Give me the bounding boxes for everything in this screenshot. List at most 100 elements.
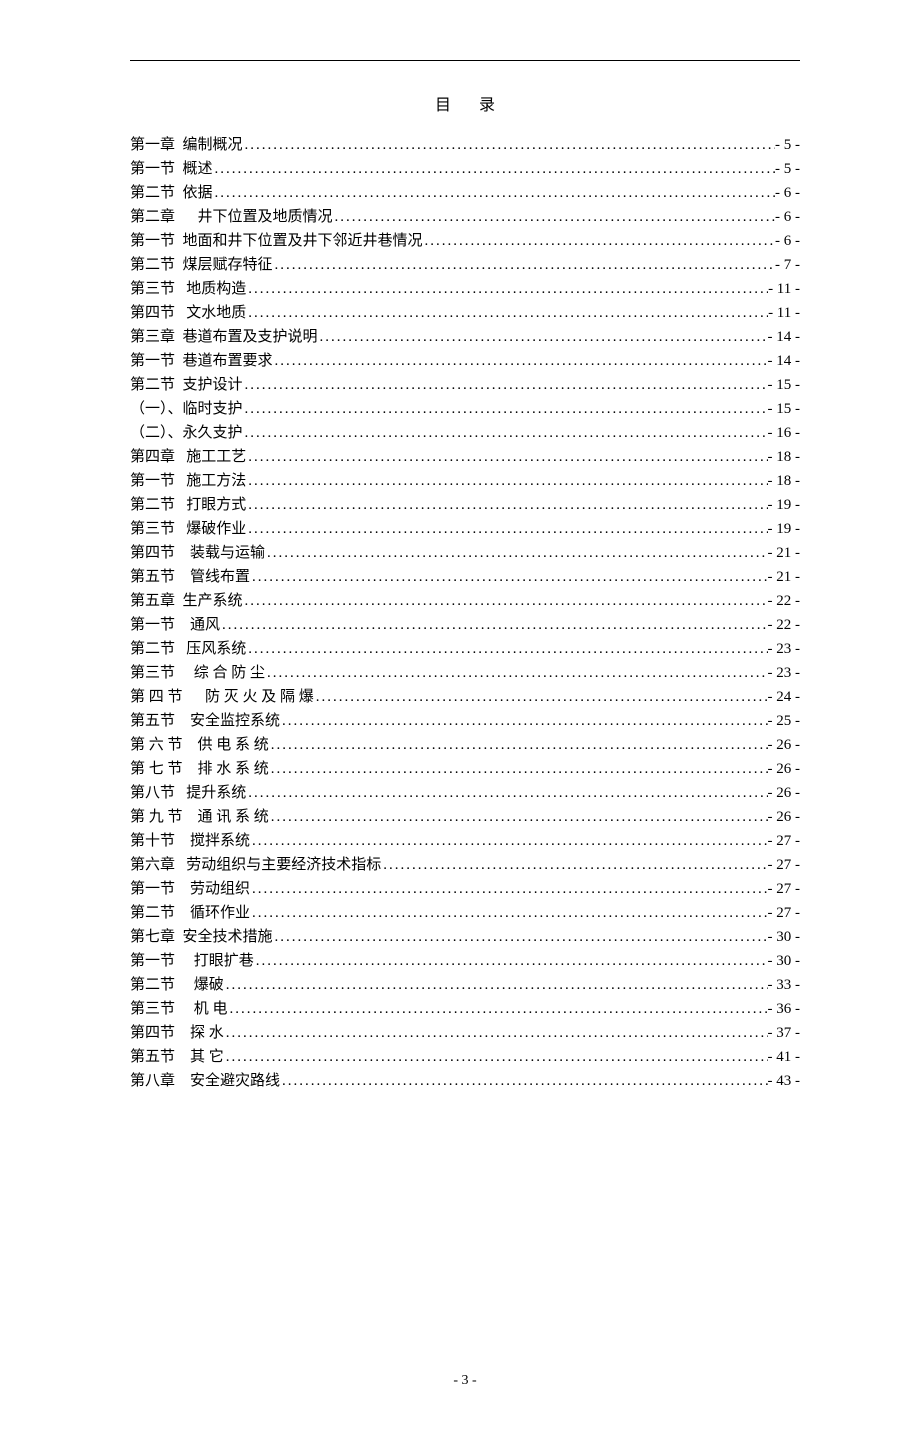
toc-entry-gap [175, 205, 198, 229]
toc-entry-part: 第六章 [130, 853, 175, 877]
toc-dot-leader: ........................................… [246, 445, 767, 469]
toc-entry-gap [175, 613, 190, 637]
toc-entry-gap [175, 589, 183, 613]
toc-entry: 第一节 劳动组织 ...............................… [130, 877, 800, 901]
toc-entry-gap [175, 493, 186, 517]
toc-entry-page: - 19 - [768, 517, 801, 541]
toc-entry: 第三节 地质构造 ...............................… [130, 277, 800, 301]
toc-dot-leader: ........................................… [246, 469, 767, 493]
toc-entry-part: 第一节 [130, 613, 175, 637]
toc-entry-text: 施工方法 [186, 469, 246, 493]
toc-entry-page: - 21 - [768, 541, 801, 565]
toc-entry: 第二节 打眼方式 ...............................… [130, 493, 800, 517]
toc-entry-part: 第一节 [130, 949, 175, 973]
toc-dot-leader: ........................................… [243, 133, 775, 157]
toc-entry-page: - 27 - [768, 829, 801, 853]
toc-entry-gap [175, 925, 183, 949]
toc-dot-leader: ........................................… [269, 805, 768, 829]
toc-entry-text: 永久支护 [183, 421, 243, 445]
toc-entry-text: 煤层赋存特征 [183, 253, 273, 277]
toc-entry-part: 第五节 [130, 565, 175, 589]
toc-entry: 第 四 节 防 灭 火 及 隔 爆 ......................… [130, 685, 800, 709]
toc-dot-leader: ........................................… [246, 301, 768, 325]
toc-entry-gap [175, 277, 186, 301]
toc-entry-part: 第一节 [130, 469, 175, 493]
toc-dot-leader: ........................................… [224, 1045, 768, 1069]
toc-entry: 第五节 安全监控系统 .............................… [130, 709, 800, 733]
toc-entry-page: - 7 - [775, 253, 800, 277]
toc-dot-leader: ........................................… [273, 253, 775, 277]
toc-entry-part: 第二节 [130, 637, 175, 661]
toc-entry-text: 依据 [183, 181, 213, 205]
toc-entry-gap [175, 349, 183, 373]
toc-entry-page: - 11 - [768, 277, 800, 301]
toc-dot-leader: ........................................… [318, 325, 768, 349]
toc-entry-text: 爆破作业 [186, 517, 246, 541]
toc-dot-leader: ........................................… [213, 181, 775, 205]
toc-entry-text: 探 水 [190, 1021, 224, 1045]
toc-entry-gap [175, 325, 183, 349]
toc-entry-page: - 26 - [768, 733, 801, 757]
page-number: - 3 - [130, 1373, 800, 1389]
toc-entry-part: 第三节 [130, 661, 175, 685]
toc-entry-page: - 36 - [768, 997, 801, 1021]
toc-entry-page: - 27 - [768, 853, 801, 877]
toc-dot-leader: ........................................… [314, 685, 768, 709]
toc-dot-leader: ........................................… [243, 397, 768, 421]
toc-entry: 第二节 爆破 .................................… [130, 973, 800, 997]
toc-entry-page: - 43 - [768, 1069, 801, 1093]
toc-entry-part: 第一节 [130, 229, 175, 253]
toc-entry-page: - 6 - [775, 229, 800, 253]
toc-entry-gap [175, 877, 190, 901]
toc-entry-gap [175, 637, 186, 661]
toc-entry-page: - 5 - [775, 157, 800, 181]
toc-entry-text: 通 讯 系 统 [198, 805, 269, 829]
toc-dot-leader: ........................................… [246, 637, 767, 661]
toc-entry-text: 劳动组织 [190, 877, 250, 901]
toc-dot-leader: ........................................… [265, 541, 767, 565]
toc-entry: 第二节 压风系统 ...............................… [130, 637, 800, 661]
toc-entry-gap [175, 541, 190, 565]
toc-entry-text: 安全技术措施 [183, 925, 273, 949]
toc-entry-page: - 24 - [768, 685, 801, 709]
toc-entry-text: 生产系统 [183, 589, 243, 613]
toc-dot-leader: ........................................… [250, 565, 767, 589]
toc-entry-text: 防 灭 火 及 隔 爆 [205, 685, 314, 709]
toc-entry-gap [175, 373, 183, 397]
toc-entry-part: 第二节 [130, 373, 175, 397]
toc-entry-page: - 33 - [768, 973, 801, 997]
toc-entry-text: 支护设计 [183, 373, 243, 397]
toc-entry-part: 第 六 节 [130, 733, 183, 757]
toc-entry-part: 第二节 [130, 493, 175, 517]
toc-entry-page: - 14 - [768, 349, 801, 373]
toc-entry: 第二章 井下位置及地质情况 ..........................… [130, 205, 800, 229]
toc-entry-gap [175, 829, 190, 853]
toc-entry: 第一节 地面和井下位置及井下邻近井巷情况 ...................… [130, 229, 800, 253]
toc-entry-text: 通风 [190, 613, 220, 637]
toc-list: 第一章 编制概况 ...............................… [130, 133, 800, 1093]
toc-dot-leader: ........................................… [243, 589, 768, 613]
toc-dot-leader: ........................................… [273, 925, 768, 949]
toc-entry: 第 六 节 供 电 系 统 ..........................… [130, 733, 800, 757]
toc-entry-part: 第四节 [130, 541, 175, 565]
toc-entry-part: 第二章 [130, 205, 175, 229]
toc-entry: 第一节 概述 .................................… [130, 157, 800, 181]
toc-dot-leader: ........................................… [381, 853, 767, 877]
toc-entry-text: 概述 [183, 157, 213, 181]
toc-entry-part: 第四节 [130, 301, 175, 325]
toc-entry: 第十节 搅拌系统 ...............................… [130, 829, 800, 853]
toc-entry-gap [175, 517, 186, 541]
toc-entry-page: - 25 - [768, 709, 801, 733]
toc-entry: 第四节 探 水 ................................… [130, 1021, 800, 1045]
toc-entry-text: 打眼方式 [186, 493, 246, 517]
toc-entry-page: - 14 - [768, 325, 801, 349]
toc-entry-part: 第四章 [130, 445, 175, 469]
toc-entry-part: 第四节 [130, 1021, 175, 1045]
toc-entry-gap [183, 757, 198, 781]
toc-entry-gap [175, 1021, 190, 1045]
toc-entry: 第 七 节 排 水 系 统 ..........................… [130, 757, 800, 781]
toc-entry-text: 循环作业 [190, 901, 250, 925]
toc-entry: 第三节 机 电 ................................… [130, 997, 800, 1021]
toc-entry-part: 第 七 节 [130, 757, 183, 781]
toc-entry-page: - 6 - [775, 181, 800, 205]
